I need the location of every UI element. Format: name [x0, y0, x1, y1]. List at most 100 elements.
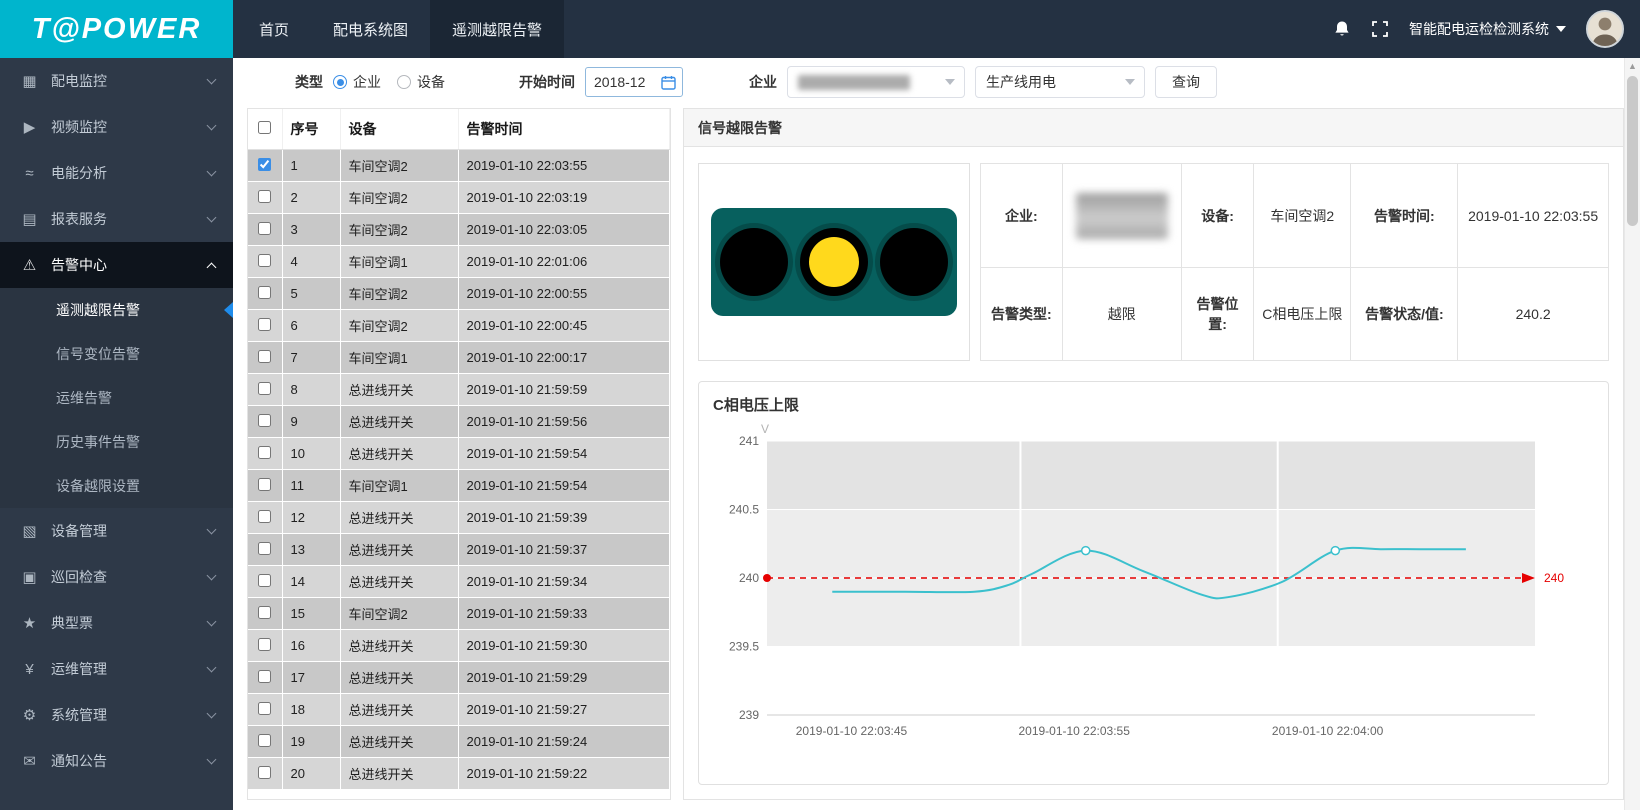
select-all-checkbox[interactable] [258, 121, 271, 134]
radio-device[interactable]: 设备 [397, 72, 445, 92]
table-row[interactable]: 3车间空调22019-01-10 22:03:05 [248, 214, 670, 246]
col-header-no[interactable]: 序号 [282, 109, 340, 150]
svg-text:2019-01-10 22:03:55: 2019-01-10 22:03:55 [1018, 724, 1130, 738]
sidebar-item-energy-analysis[interactable]: ≈ 电能分析 [0, 150, 233, 196]
avatar[interactable] [1586, 10, 1624, 48]
company-select[interactable] [787, 66, 965, 98]
row-checkbox[interactable] [258, 254, 271, 267]
row-checkbox[interactable] [258, 446, 271, 459]
sidebar-item-report-service[interactable]: ▤报表服务 [0, 196, 233, 242]
sidebar-item-ops-manage[interactable]: ¥运维管理 [0, 646, 233, 692]
sidebar-item-typical-ticket[interactable]: ★典型票 [0, 600, 233, 646]
system-menu[interactable]: 智能配电运检检测系统 [1409, 19, 1566, 39]
radio-company[interactable]: 企业 [333, 72, 381, 92]
sidebar-subitem-label: 设备越限设置 [56, 476, 140, 496]
sidebar-item-device-manage[interactable]: ▧设备管理 [0, 508, 233, 554]
table-row[interactable]: 10总进线开关2019-01-10 21:59:54 [248, 438, 670, 470]
app-window: T@POWER 首页配电系统图遥测越限告警 智能配电运检检测系统 ▦配电监控▶视… [0, 0, 1640, 810]
table-row[interactable]: 14总进线开关2019-01-10 21:59:34 [248, 566, 670, 598]
row-checkbox[interactable] [258, 286, 271, 299]
row-checkbox[interactable] [258, 638, 271, 651]
bell-icon[interactable] [1333, 20, 1351, 39]
top-nav: 首页配电系统图遥测越限告警 [237, 0, 564, 58]
row-checkbox[interactable] [258, 574, 271, 587]
row-checkbox[interactable] [258, 702, 271, 715]
sidebar-item-label: 电能分析 [51, 163, 196, 183]
col-header-device[interactable]: 设备 [340, 109, 458, 150]
row-time: 2019-01-10 22:03:55 [458, 150, 670, 182]
scrollbar[interactable]: ▲ [1624, 58, 1640, 810]
scrollbar-up-arrow[interactable]: ▲ [1625, 58, 1640, 74]
row-checkbox[interactable] [258, 510, 271, 523]
row-no: 3 [282, 214, 340, 246]
sidebar-subitem-device-limit-settings[interactable]: 设备越限设置 [0, 464, 233, 508]
query-button[interactable]: 查询 [1155, 66, 1217, 98]
row-checkbox[interactable] [258, 318, 271, 331]
main-area: 类型 企业 设备 开始时间 [233, 58, 1640, 810]
sidebar-item-alarm-center[interactable]: ⚠告警中心 [0, 242, 233, 288]
table-row[interactable]: 11车间空调12019-01-10 21:59:54 [248, 470, 670, 502]
row-checkbox[interactable] [258, 670, 271, 683]
fullscreen-icon[interactable] [1371, 20, 1389, 38]
row-checkbox[interactable] [258, 414, 271, 427]
sidebar-item-label: 配电监控 [51, 71, 196, 91]
col-header-time[interactable]: 告警时间 [458, 109, 670, 150]
row-checkbox[interactable] [258, 158, 271, 171]
row-checkbox[interactable] [258, 478, 271, 491]
sidebar-subitem-history-event-alarm[interactable]: 历史事件告警 [0, 420, 233, 464]
row-checkbox[interactable] [258, 350, 271, 363]
row-checkbox[interactable] [258, 606, 271, 619]
row-no: 12 [282, 502, 340, 534]
row-checkbox[interactable] [258, 382, 271, 395]
sidebar-item-notice[interactable]: ✉通知公告 [0, 738, 233, 784]
redacted-company-value [798, 75, 910, 90]
nav-tab-telemetry-overlimit-alarm[interactable]: 遥测越限告警 [430, 0, 564, 58]
line-select[interactable]: 生产线用电 [975, 66, 1145, 98]
row-time: 2019-01-10 21:59:33 [458, 598, 670, 630]
table-row[interactable]: 19总进线开关2019-01-10 21:59:24 [248, 726, 670, 758]
table-row[interactable]: 20总进线开关2019-01-10 21:59:22 [248, 758, 670, 790]
table-row[interactable]: 18总进线开关2019-01-10 21:59:27 [248, 694, 670, 726]
row-checkbox[interactable] [258, 222, 271, 235]
row-checkbox[interactable] [258, 734, 271, 747]
row-no: 1 [282, 150, 340, 182]
table-row[interactable]: 12总进线开关2019-01-10 21:59:39 [248, 502, 670, 534]
table-row[interactable]: 17总进线开关2019-01-10 21:59:29 [248, 662, 670, 694]
sidebar-item-power-monitor[interactable]: ▦配电监控 [0, 58, 233, 104]
table-row[interactable]: 13总进线开关2019-01-10 21:59:37 [248, 534, 670, 566]
sidebar-item-patrol-check[interactable]: ▣巡回检查 [0, 554, 233, 600]
row-no: 9 [282, 406, 340, 438]
table-row[interactable]: 9总进线开关2019-01-10 21:59:56 [248, 406, 670, 438]
sidebar-item-system-manage[interactable]: ⚙系统管理 [0, 692, 233, 738]
start-time-value[interactable] [594, 74, 657, 90]
sidebar-subitem-signal-change-alarm[interactable]: 信号变位告警 [0, 332, 233, 376]
sidebar-subitem-label: 运维告警 [56, 388, 112, 408]
row-time: 2019-01-10 22:03:05 [458, 214, 670, 246]
start-time-input[interactable] [585, 67, 683, 97]
chevron-down-icon [945, 79, 955, 85]
calendar-icon[interactable] [661, 75, 676, 90]
table-row[interactable]: 7车间空调12019-01-10 22:00:17 [248, 342, 670, 374]
sidebar-item-video-monitor[interactable]: ▶视频监控 [0, 104, 233, 150]
row-checkbox[interactable] [258, 190, 271, 203]
energy-analysis-icon: ≈ [20, 165, 39, 182]
table-row[interactable]: 5车间空调22019-01-10 22:00:55 [248, 278, 670, 310]
table-row[interactable]: 6车间空调22019-01-10 22:00:45 [248, 310, 670, 342]
chevron-down-icon [207, 755, 217, 765]
sidebar-subitem-telemetry-overlimit-alarm[interactable]: 遥测越限告警 [0, 288, 233, 332]
sidebar-subitem-ops-alarm[interactable]: 运维告警 [0, 376, 233, 420]
sidebar-subitem-label: 遥测越限告警 [56, 300, 140, 320]
table-row[interactable]: 1车间空调22019-01-10 22:03:55 [248, 150, 670, 182]
table-row[interactable]: 4车间空调12019-01-10 22:01:06 [248, 246, 670, 278]
scrollbar-thumb[interactable] [1627, 76, 1638, 226]
row-checkbox[interactable] [258, 542, 271, 555]
table-row[interactable]: 16总进线开关2019-01-10 21:59:30 [248, 630, 670, 662]
row-checkbox[interactable] [258, 766, 271, 779]
table-row[interactable]: 2车间空调22019-01-10 22:03:19 [248, 182, 670, 214]
chart-panel: C相电压上限 239239.5240240.5241V2019-01-10 22… [698, 381, 1609, 785]
row-time: 2019-01-10 21:59:29 [458, 662, 670, 694]
table-row[interactable]: 8总进线开关2019-01-10 21:59:59 [248, 374, 670, 406]
nav-tab-home[interactable]: 首页 [237, 0, 311, 58]
table-row[interactable]: 15车间空调22019-01-10 21:59:33 [248, 598, 670, 630]
nav-tab-distribution-diagram[interactable]: 配电系统图 [311, 0, 430, 58]
